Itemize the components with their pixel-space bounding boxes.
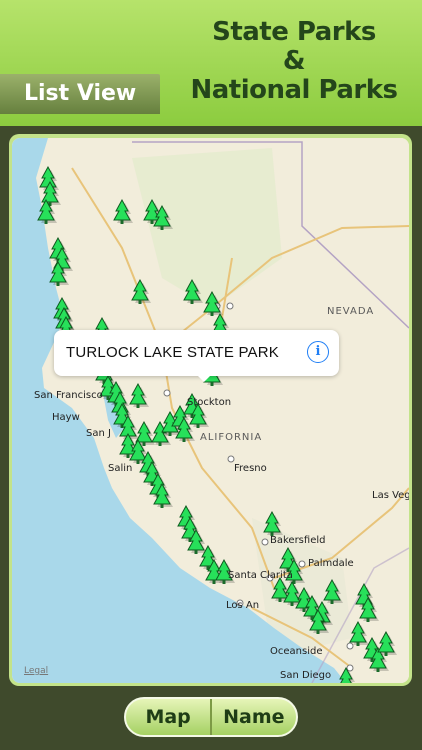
park-pin-tree-icon[interactable] (349, 620, 369, 646)
city-label: Santa Clarita (228, 570, 293, 581)
city-label: San Diego (280, 670, 332, 681)
title-line-2: & (282, 46, 306, 76)
city-label: Stockton (187, 397, 232, 408)
park-pin-tree-icon[interactable] (129, 382, 149, 408)
info-icon[interactable]: i (307, 341, 329, 363)
park-pin-tree-icon[interactable] (323, 578, 343, 604)
city-label: Los An (226, 600, 260, 611)
state-label-nevada: NEVADA (327, 306, 375, 317)
callout-park-name: TURLOCK LAKE STATE PARK (66, 344, 279, 361)
park-pin-tree-icon[interactable] (131, 278, 151, 304)
city-label: San J (86, 428, 111, 439)
park-pins[interactable] (12, 138, 409, 683)
title-line-1: State Parks (212, 17, 376, 47)
map-view[interactable]: NEVADA ALIFORNIA San Francisco Hayw San … (12, 138, 409, 683)
park-pin-tree-icon[interactable] (377, 630, 397, 656)
header-banner: State Parks & National Parks List View (0, 0, 422, 126)
legal-link[interactable]: Legal (24, 666, 48, 676)
city-label: Palmdale (308, 558, 354, 569)
park-callout[interactable]: TURLOCK LAKE STATE PARK i (54, 330, 339, 376)
state-label-california: ALIFORNIA (200, 432, 263, 443)
park-pin-tree-icon[interactable] (338, 666, 357, 683)
city-label: Las Veg (372, 490, 409, 501)
park-pin-tree-icon[interactable] (263, 510, 283, 536)
park-pin-tree-icon[interactable] (183, 278, 203, 304)
city-label: Oceanside (270, 646, 323, 657)
sort-segmented-control[interactable]: Map Name (124, 697, 298, 737)
city-label: San Francisco (34, 390, 103, 401)
city-label: Bakersfield (270, 535, 326, 546)
app-title: State Parks & National Parks (174, 18, 414, 105)
list-view-button[interactable]: List View (0, 74, 160, 114)
city-label: Hayw (52, 412, 80, 423)
city-label: Fresno (234, 463, 267, 474)
map-sort-button[interactable]: Map (126, 699, 210, 735)
title-line-3: National Parks (190, 75, 398, 105)
park-pin-tree-icon[interactable] (113, 198, 133, 224)
city-label: Salin (108, 463, 133, 474)
callout-tail (195, 373, 213, 382)
park-pin-tree-icon[interactable] (203, 290, 223, 316)
name-sort-button[interactable]: Name (212, 699, 296, 735)
